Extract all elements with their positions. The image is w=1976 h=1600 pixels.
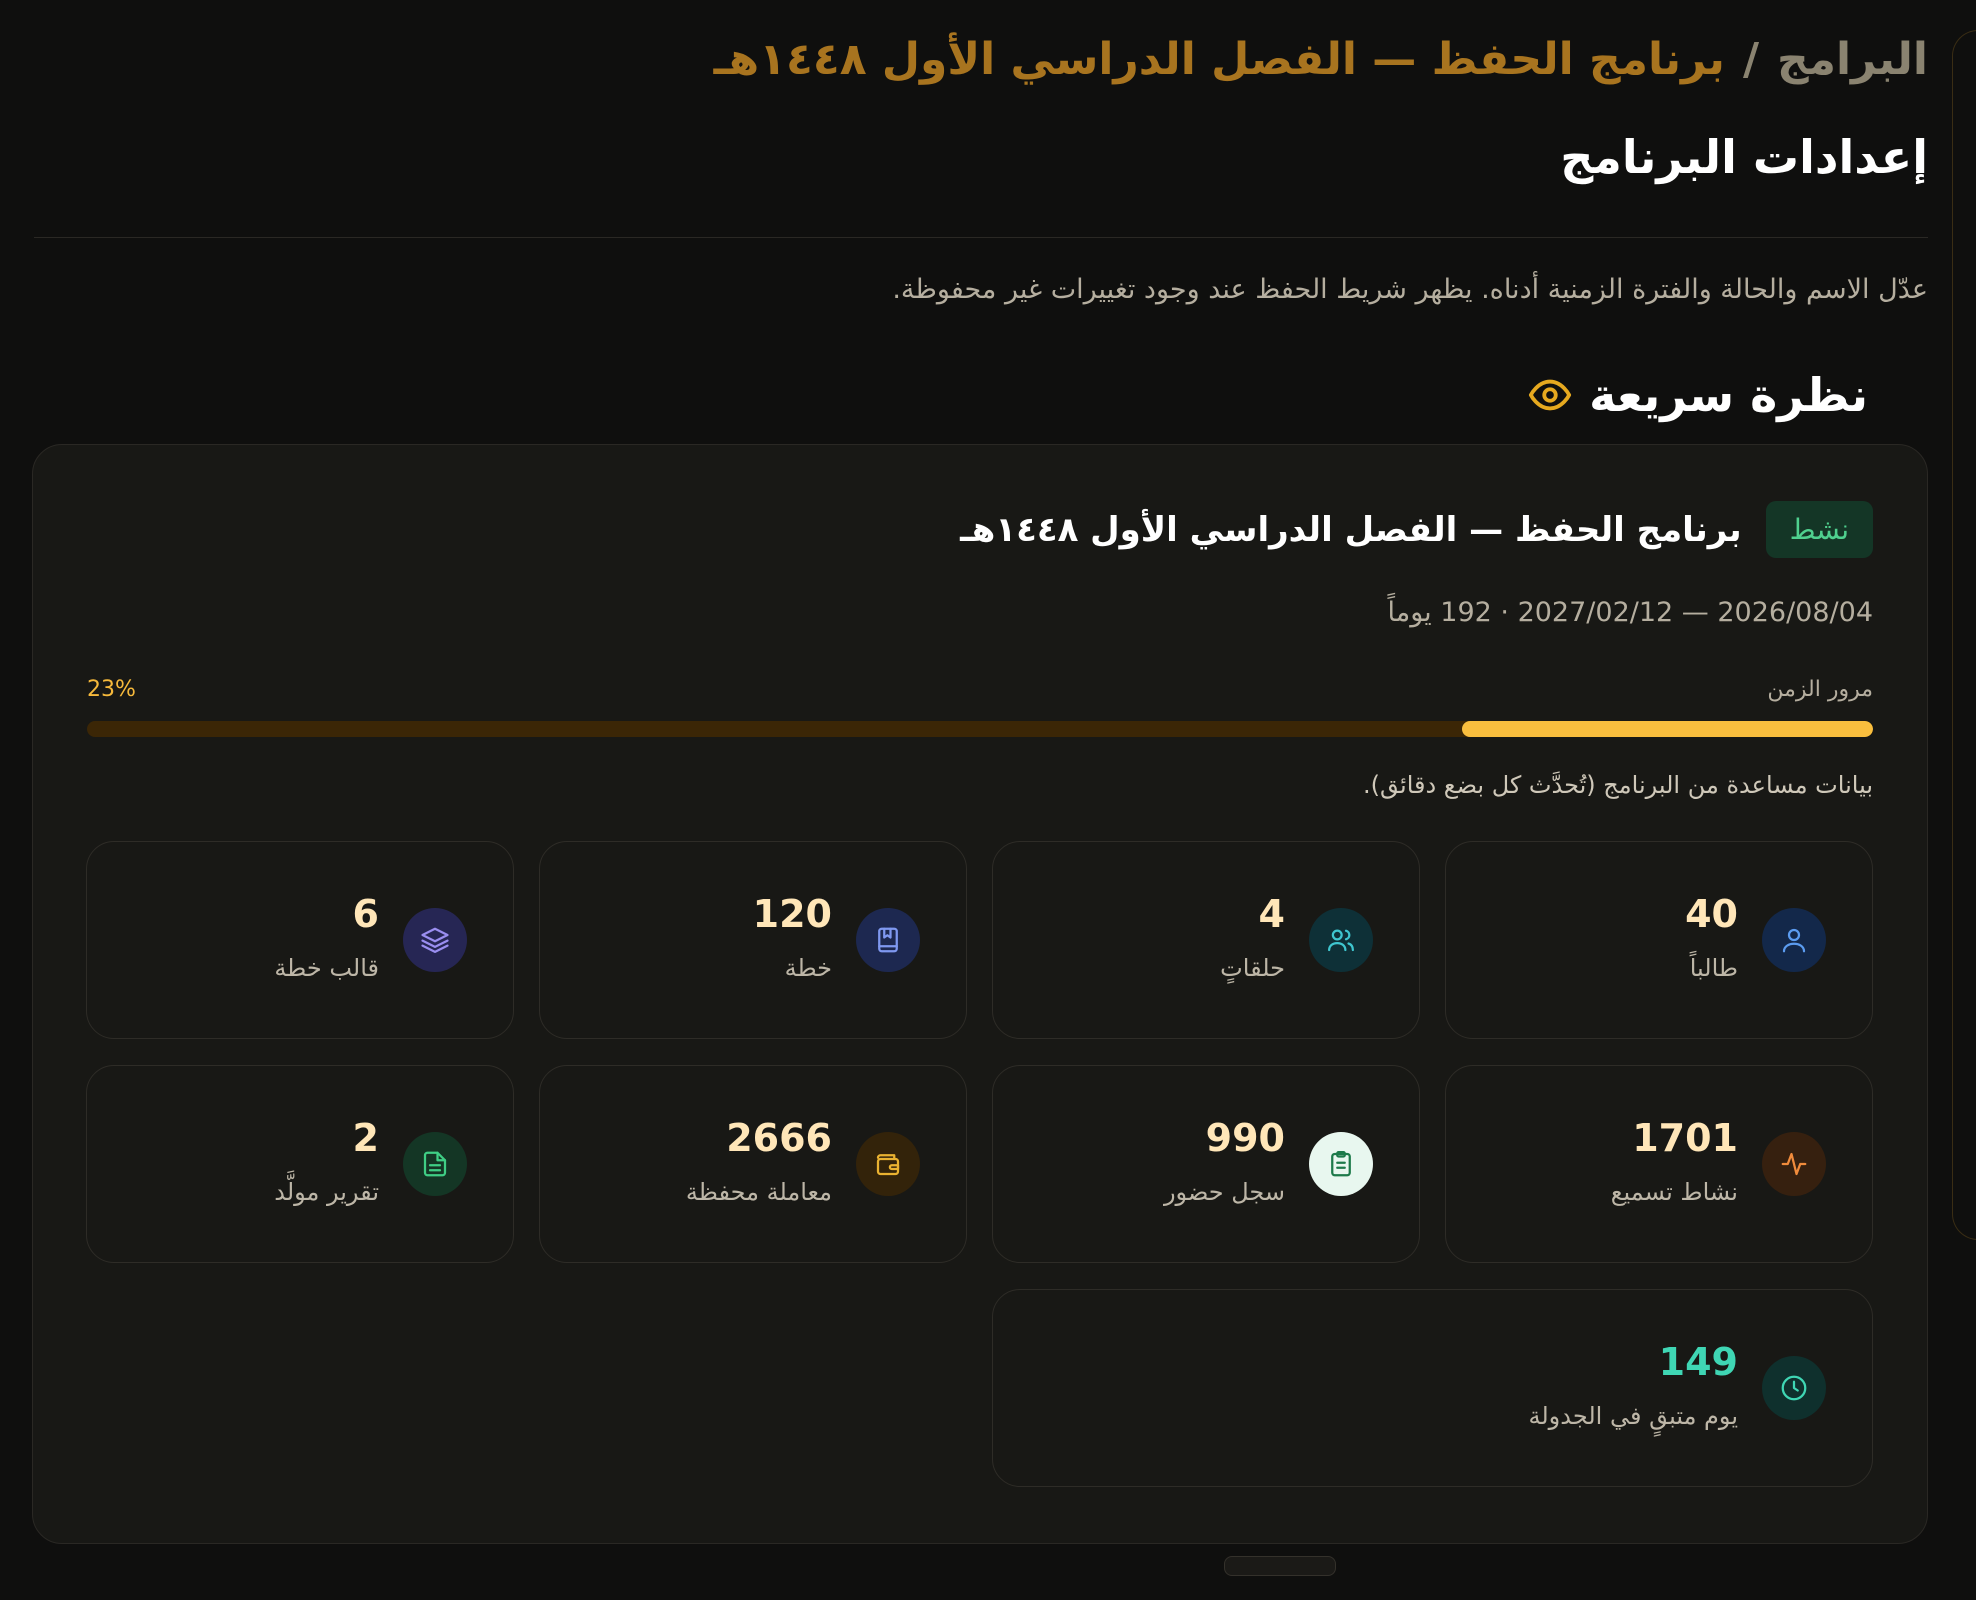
overview-title: نظرة سريعة	[1589, 368, 1868, 422]
page-description: عدّل الاسم والحالة والفترة الزمنية أدناه…	[892, 274, 1928, 305]
eye-icon	[1529, 379, 1572, 411]
program-name: برنامج الحفظ — الفصل الدراسي الأول ١٤٤٨ه…	[960, 509, 1742, 550]
side-panel-edge	[1952, 30, 1976, 1240]
user-icon	[1762, 908, 1826, 972]
wallet-icon	[856, 1132, 920, 1196]
stat-card: 990 سجل حضور	[992, 1065, 1420, 1263]
users-icon	[1309, 908, 1373, 972]
file-icon	[403, 1132, 467, 1196]
stat-label: نشاط تسميع	[1610, 1178, 1738, 1206]
stat-card: 6 قالب خطة	[86, 841, 514, 1039]
stat-value: 990	[1205, 1116, 1285, 1160]
stat-value: 149	[1658, 1340, 1738, 1384]
stat-value: 2666	[726, 1116, 832, 1160]
stats-grid: 40 طالباً 4 حلقاتٍ 120 خطة 6 قالب خطة 1701 نشاط ت…	[85, 841, 1873, 1487]
layers-icon	[403, 908, 467, 972]
header-divider	[34, 237, 1928, 238]
stat-label: خطة	[784, 954, 832, 982]
breadcrumb-root-link[interactable]: البرامج	[1777, 34, 1928, 85]
book-icon	[856, 908, 920, 972]
stat-label: سجل حضور	[1163, 1178, 1285, 1206]
stat-value: 40	[1685, 892, 1738, 936]
time-progress-bar	[87, 721, 1873, 737]
breadcrumb-separator: /	[1742, 34, 1760, 85]
program-row: نشط برنامج الحفظ — الفصل الدراسي الأول ١…	[960, 501, 1873, 558]
stat-label: طالباً	[1689, 954, 1738, 982]
date-range: 2026/08/04 — 2027/02/12 · 192 يوماً	[1387, 597, 1873, 628]
breadcrumb: البرامج / برنامج الحفظ — الفصل الدراسي ا…	[714, 34, 1928, 85]
progress-label: مرور الزمن	[1767, 677, 1873, 702]
status-badge: نشط	[1765, 501, 1873, 558]
scroll-handle[interactable]	[1224, 1556, 1336, 1576]
stat-card: 2 تقرير مولَّد	[86, 1065, 514, 1263]
activity-icon	[1762, 1132, 1826, 1196]
breadcrumb-current: برنامج الحفظ — الفصل الدراسي الأول ١٤٤٨ه…	[713, 34, 1725, 85]
stat-card: 1701 نشاط تسميع	[1445, 1065, 1873, 1263]
stat-card: 40 طالباً	[1445, 841, 1873, 1039]
page-title: إعدادات البرنامج	[1560, 130, 1928, 184]
stat-card: 4 حلقاتٍ	[992, 841, 1420, 1039]
stat-label: حلقاتٍ	[1220, 954, 1285, 982]
stat-label: معاملة محفظة	[685, 1178, 832, 1206]
stat-card: 2666 معاملة محفظة	[539, 1065, 967, 1263]
stat-value: 120	[752, 892, 832, 936]
time-progress-fill	[1462, 721, 1873, 737]
clock-icon	[1762, 1356, 1826, 1420]
stat-label: تقرير مولَّد	[274, 1178, 379, 1206]
stat-card: 120 خطة	[539, 841, 967, 1039]
overview-header: نظرة سريعة	[1527, 368, 1868, 422]
stat-value: 2	[352, 1116, 379, 1160]
stat-value: 4	[1258, 892, 1285, 936]
clipboard-icon	[1309, 1132, 1373, 1196]
stat-value: 1701	[1632, 1116, 1738, 1160]
progress-percentage: 23%	[87, 677, 136, 702]
stat-card: 149 يوم متبقٍ في الجدولة	[992, 1289, 1873, 1487]
stat-label: قالب خطة	[274, 954, 379, 982]
helper-text: بيانات مساعدة من البرنامج (تُحدَّث كل بض…	[1363, 771, 1873, 799]
stat-label: يوم متبقٍ في الجدولة	[1528, 1402, 1739, 1430]
stat-value: 6	[352, 892, 379, 936]
page: البرامج / برنامج الحفظ — الفصل الدراسي ا…	[0, 0, 1976, 1600]
overview-card: نشط برنامج الحفظ — الفصل الدراسي الأول ١…	[32, 444, 1928, 1544]
